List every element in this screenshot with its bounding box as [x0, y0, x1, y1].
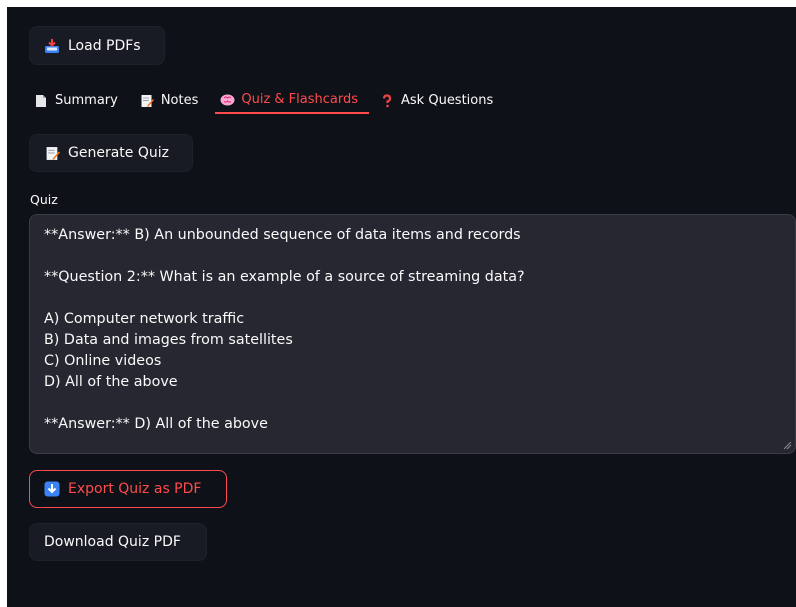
- tab-summary-label: Summary: [55, 93, 118, 108]
- generate-quiz-label: Generate Quiz: [68, 145, 169, 161]
- question-mark-icon: [379, 93, 395, 109]
- quiz-textarea[interactable]: **Answer:** B) An unbounded sequence of …: [29, 214, 796, 454]
- app-main: Load PDFs Summary Notes Quiz & Flashcard…: [7, 7, 796, 607]
- tab-notes-label: Notes: [160, 93, 199, 108]
- down-arrow-icon: [44, 481, 60, 497]
- page-icon: [33, 93, 49, 109]
- memo-icon: [139, 93, 155, 109]
- tab-bar: Summary Notes Quiz & Flashcards Ask Ques…: [29, 87, 510, 119]
- tab-notes[interactable]: Notes: [135, 87, 210, 114]
- inbox-tray-icon: [44, 38, 60, 54]
- load-pdfs-label: Load PDFs: [68, 37, 141, 54]
- tab-ask-questions[interactable]: Ask Questions: [375, 87, 504, 114]
- quiz-field-label: Quiz: [30, 192, 58, 207]
- export-quiz-pdf-button[interactable]: Export Quiz as PDF: [29, 470, 227, 508]
- brain-icon: [219, 92, 235, 108]
- download-quiz-pdf-button[interactable]: Download Quiz PDF: [29, 523, 207, 561]
- tab-ask-questions-label: Ask Questions: [401, 93, 494, 108]
- export-quiz-pdf-label: Export Quiz as PDF: [68, 481, 202, 497]
- memo-icon: [44, 145, 60, 161]
- tab-quiz-flashcards-label: Quiz & Flashcards: [241, 92, 359, 107]
- download-quiz-pdf-label: Download Quiz PDF: [44, 534, 181, 550]
- tab-summary[interactable]: Summary: [29, 87, 129, 114]
- generate-quiz-button[interactable]: Generate Quiz: [29, 134, 193, 172]
- resize-grip-icon[interactable]: [782, 440, 792, 450]
- tab-quiz-flashcards[interactable]: Quiz & Flashcards: [215, 87, 370, 114]
- load-pdfs-button[interactable]: Load PDFs: [29, 26, 165, 65]
